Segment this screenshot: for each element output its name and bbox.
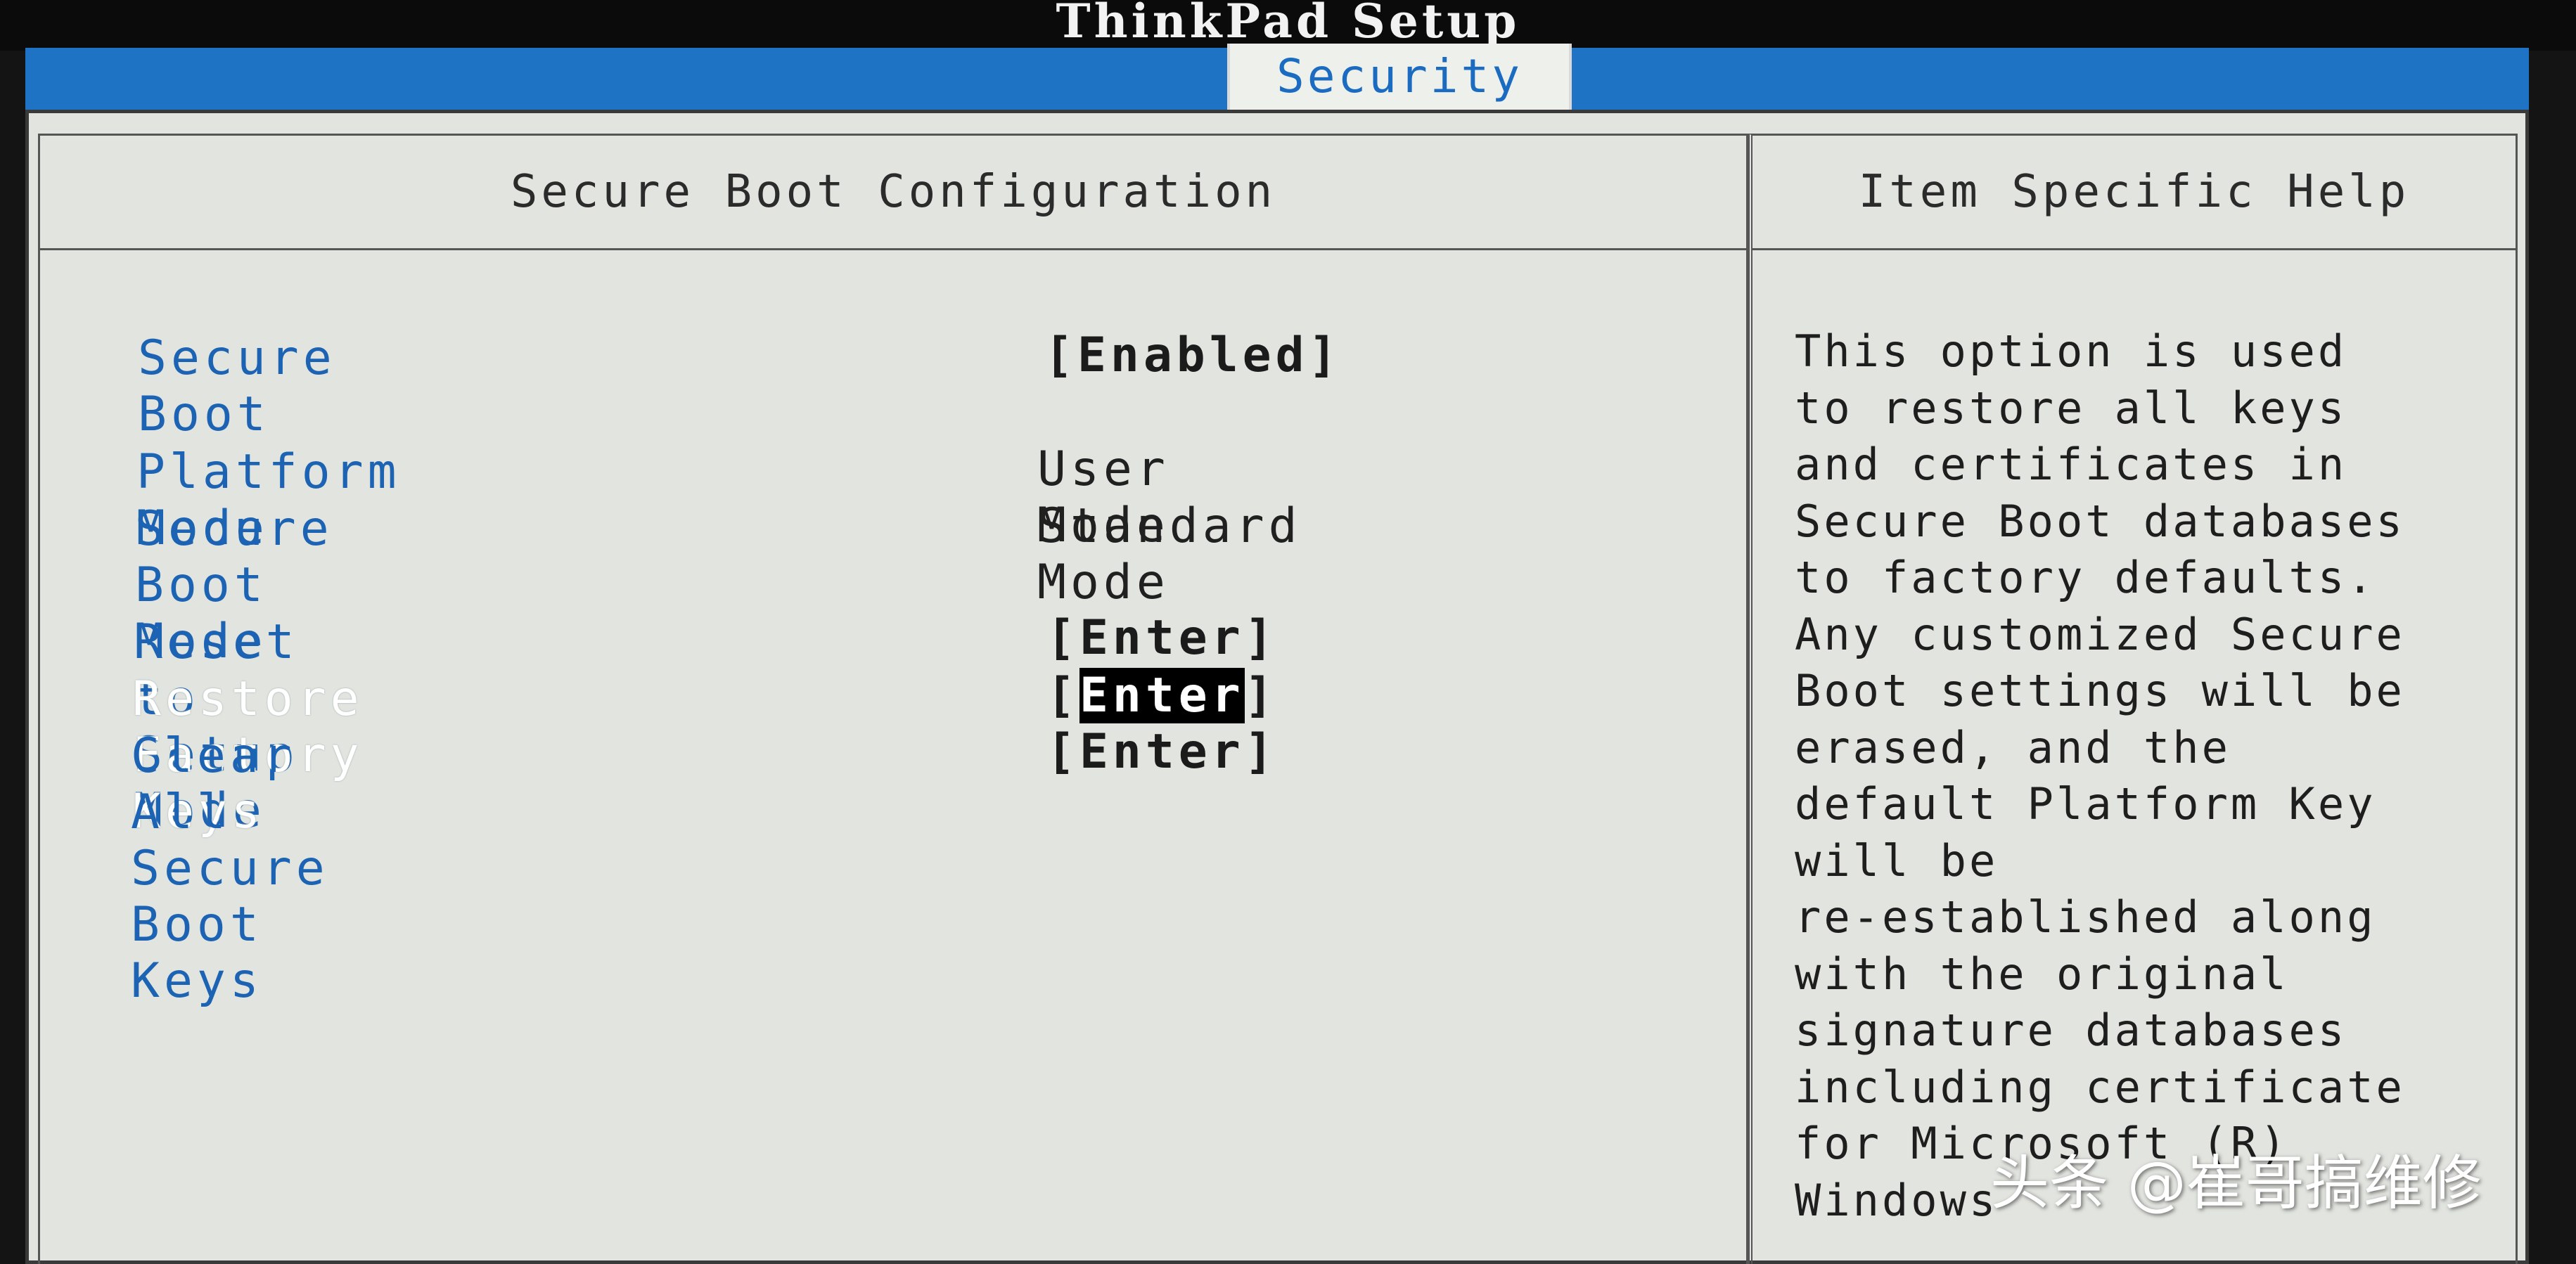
platform-mode-value: User Mode <box>1037 441 1170 553</box>
restore-factory-keys-enter[interactable]: [Enter] <box>1046 668 1278 724</box>
help-line: to factory defaults. <box>1795 552 2376 603</box>
help-line: Boot settings will be <box>1795 665 2405 716</box>
secure-boot-mode-value: Standard Mode <box>1037 498 1302 610</box>
panel-title: Secure Boot Configuration <box>40 136 1746 250</box>
reset-to-setup-mode-enter[interactable]: [Enter] <box>1046 610 1278 666</box>
secure-boot-value[interactable]: [Enabled] <box>1044 328 1341 384</box>
help-line: to restore all keys <box>1795 382 2347 434</box>
help-line: This option is used <box>1795 325 2347 377</box>
setting-clear-all-secure-boot-keys[interactable]: Clear All Secure Boot Keys <box>131 728 329 1009</box>
help-line: including certificate <box>1795 1061 2405 1113</box>
setting-secure-boot[interactable]: Secure Boot <box>138 330 336 442</box>
value-highlight: Enter <box>1079 668 1245 723</box>
setting-reset-to-setup-mode[interactable]: Reset to Setup Mode <box>134 614 299 839</box>
setting-restore-factory-keys[interactable]: Restore Factory Keys <box>132 671 364 839</box>
help-line: erased, and the <box>1795 721 2231 773</box>
help-line: with the original <box>1795 948 2289 1000</box>
value-bracket-close: ] <box>1244 668 1278 723</box>
setting-platform-mode: Platform Mode <box>136 444 401 556</box>
help-line: re-established along <box>1795 891 2376 943</box>
clear-all-keys-enter[interactable]: [Enter] <box>1046 724 1278 780</box>
help-line: Secure Boot databases <box>1795 495 2405 547</box>
help-line: default Platform Key <box>1795 778 2376 830</box>
tab-security[interactable]: Security <box>1227 44 1572 110</box>
tab-security-label: Security <box>1276 49 1523 103</box>
setting-secure-boot-mode: Secure Boot Mode <box>135 501 333 669</box>
help-line: Any customized Secure <box>1795 608 2405 660</box>
app-title: ThinkPad Setup <box>1056 0 1520 49</box>
help-title: Item Specific Help <box>1752 136 2516 250</box>
help-line: will be <box>1795 834 1999 886</box>
help-line: signature databases <box>1795 1005 2347 1056</box>
watermark-text: 头条 @崔哥搞维修 <box>1990 1149 2482 1218</box>
help-text: This option is used to restore all keys … <box>1795 323 2498 1229</box>
value-bracket-open: [ <box>1046 668 1079 723</box>
help-line: and certificates in <box>1795 439 2347 490</box>
